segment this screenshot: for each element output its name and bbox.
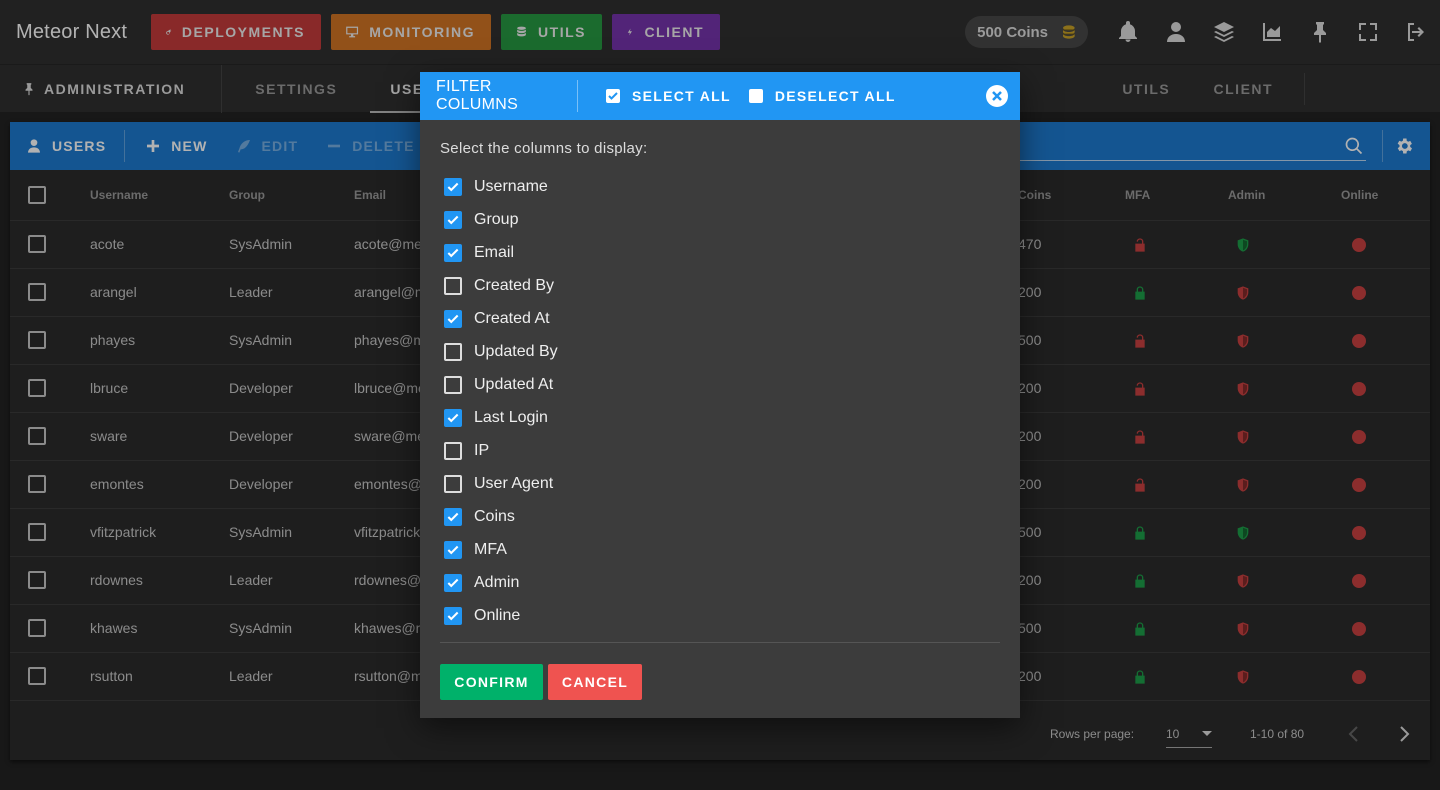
column-option[interactable]: Updated At — [440, 368, 1000, 401]
column-option-label: Username — [474, 177, 548, 195]
checkbox-unchecked-icon[interactable] — [444, 441, 462, 460]
dialog-title: FILTER COLUMNS — [436, 78, 519, 113]
dialog-divider — [440, 642, 1000, 643]
column-option[interactable]: MFA — [440, 533, 1000, 566]
cancel-button[interactable]: CANCEL — [548, 664, 642, 700]
column-option[interactable]: Coins — [440, 500, 1000, 533]
column-option[interactable]: IP — [440, 434, 1000, 467]
checkbox-checked-icon[interactable] — [444, 507, 462, 526]
checkbox-unchecked-icon[interactable] — [444, 342, 462, 361]
column-option-label: MFA — [474, 540, 507, 558]
column-option-label: Updated By — [474, 342, 558, 360]
checkbox-unchecked-icon[interactable] — [444, 474, 462, 493]
checkbox-checked-icon[interactable] — [444, 606, 462, 625]
column-option-label: Online — [474, 606, 521, 624]
filter-columns-dialog: FILTER COLUMNS SELECT ALL DESELECT ALL S… — [420, 72, 1020, 718]
checkbox-checked-icon[interactable] — [444, 408, 462, 427]
checkbox-checked-icon[interactable] — [444, 309, 462, 328]
column-option-label: User Agent — [474, 474, 554, 492]
empty-box-icon — [748, 89, 763, 103]
checkbox-unchecked-icon[interactable] — [444, 375, 462, 394]
column-option-label: Group — [474, 210, 519, 228]
column-option-label: Created By — [474, 276, 555, 294]
checkbox-checked-icon[interactable] — [444, 210, 462, 229]
column-option[interactable]: Last Login — [440, 401, 1000, 434]
column-option[interactable]: Online — [440, 599, 1000, 632]
column-option[interactable]: Email — [440, 236, 1000, 269]
checkbox-checked-icon[interactable] — [444, 177, 462, 196]
column-option[interactable]: Updated By — [440, 335, 1000, 368]
column-option-label: Created At — [474, 309, 550, 327]
checkbox-checked-icon[interactable] — [444, 243, 462, 262]
checkbox-checked-icon[interactable] — [444, 540, 462, 559]
column-option-label: Updated At — [474, 375, 554, 393]
column-option[interactable]: Created At — [440, 302, 1000, 335]
dialog-instructions: Select the columns to display: — [440, 140, 648, 157]
column-option-label: Admin — [474, 573, 520, 591]
deselect-all-label: DESELECT ALL — [774, 88, 896, 104]
column-option[interactable]: User Agent — [440, 467, 1000, 500]
column-option-label: Coins — [474, 507, 515, 525]
column-option[interactable]: Username — [440, 170, 1000, 203]
column-option[interactable]: Group — [440, 203, 1000, 236]
dialog-header: FILTER COLUMNS SELECT ALL DESELECT ALL — [420, 72, 1020, 120]
select-all-button[interactable]: SELECT ALL — [578, 88, 745, 104]
column-option-label: Email — [474, 243, 515, 261]
confirm-button[interactable]: CONFIRM — [440, 664, 543, 700]
column-option-label: Last Login — [474, 408, 548, 426]
column-option[interactable]: Admin — [440, 566, 1000, 599]
deselect-all-button[interactable]: DESELECT ALL — [745, 88, 910, 104]
checked-box-icon — [606, 89, 620, 103]
column-option-label: IP — [474, 441, 490, 459]
close-icon[interactable] — [986, 85, 1008, 107]
checkbox-checked-icon[interactable] — [444, 573, 462, 592]
checkbox-unchecked-icon[interactable] — [444, 276, 462, 295]
select-all-label: SELECT ALL — [632, 88, 731, 104]
column-options-list: Username Group Email Created By Created At Up… — [440, 170, 1000, 632]
column-option[interactable]: Created By — [440, 269, 1000, 302]
